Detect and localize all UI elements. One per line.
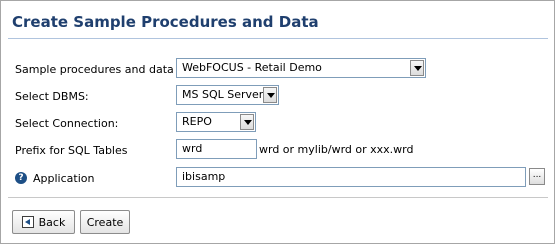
- connection-select[interactable]: REPO: [176, 112, 256, 132]
- procedures-label: Sample procedures and data for: [15, 63, 193, 76]
- footer-divider: [8, 197, 548, 198]
- prefix-label: Prefix for SQL Tables: [15, 144, 128, 157]
- back-button[interactable]: Back: [12, 210, 75, 234]
- prefix-input[interactable]: wrd: [176, 139, 257, 159]
- dbms-label: Select DBMS:: [15, 90, 89, 103]
- procedures-select[interactable]: WebFOCUS - Retail Demo: [176, 58, 426, 78]
- back-arrow-icon: [21, 216, 34, 228]
- create-button[interactable]: Create: [80, 210, 130, 234]
- create-button-label: Create: [86, 215, 124, 229]
- connection-select-value: REPO: [182, 115, 212, 128]
- browse-button[interactable]: ...: [529, 168, 545, 185]
- application-input[interactable]: ibisamp: [176, 167, 526, 187]
- prefix-hint: wrd or mylib/wrd or xxx.wrd: [259, 143, 414, 156]
- dbms-select[interactable]: MS SQL Server: [176, 85, 279, 105]
- create-sample-panel: Create Sample Procedures and Data Sample…: [0, 0, 555, 244]
- chevron-down-icon[interactable]: [410, 60, 424, 76]
- procedures-select-value: WebFOCUS - Retail Demo: [182, 61, 322, 74]
- application-label: Application: [33, 172, 95, 185]
- chevron-down-icon[interactable]: [240, 114, 254, 130]
- help-icon[interactable]: ?: [15, 172, 27, 184]
- chevron-down-icon[interactable]: [263, 87, 277, 103]
- page-title: Create Sample Procedures and Data: [12, 13, 319, 31]
- title-divider: [8, 38, 548, 39]
- back-button-label: Back: [38, 215, 66, 229]
- dbms-select-value: MS SQL Server: [182, 88, 264, 101]
- connection-label: Select Connection:: [15, 117, 119, 130]
